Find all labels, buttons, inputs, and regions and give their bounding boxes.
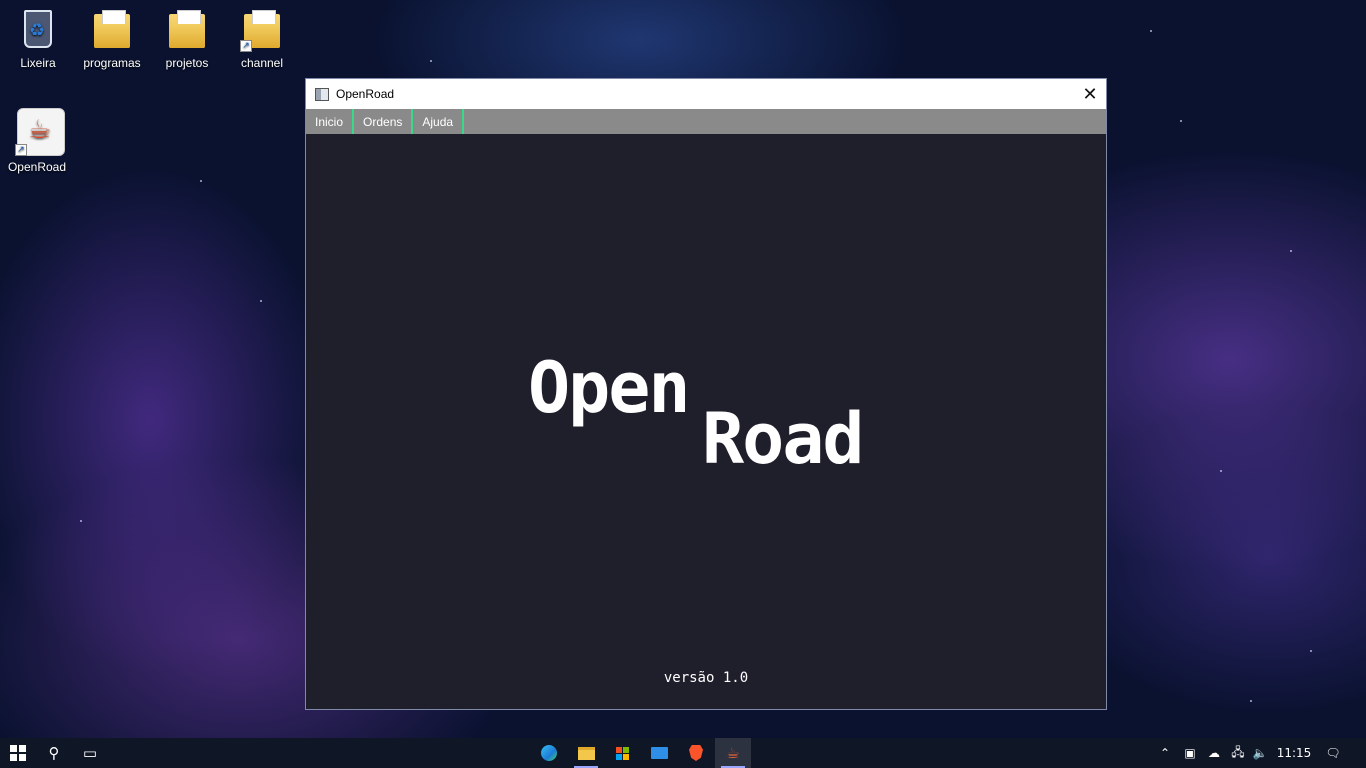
desktop-icon-openroad[interactable]: ↗ OpenRoad [1, 108, 73, 174]
tray-meet-button[interactable]: ▣ [1180, 738, 1200, 768]
taskbar-store[interactable] [604, 738, 640, 768]
shortcut-arrow-icon: ↗ [15, 144, 27, 156]
menu-item-ajuda[interactable]: Ajuda [413, 109, 465, 134]
menu-item-ordens[interactable]: Ordens [354, 109, 414, 134]
close-icon: ✕ [1082, 83, 1098, 105]
windows-start-icon [10, 745, 26, 761]
desktop-icon-projetos[interactable]: projetos [151, 8, 223, 70]
taskbar: ⚲ ▭ ☕ ⌃ ▣ ☁ 🖧 🔈 11:15 🗨 [0, 738, 1366, 768]
tray-clock[interactable]: 11:15 [1274, 738, 1314, 768]
java-icon: ☕ [726, 744, 740, 762]
desktop-icon-label: Lixeira [20, 56, 56, 70]
folder-icon [94, 10, 130, 48]
onedrive-error-icon: ☁ [1208, 746, 1220, 760]
clock-time: 11:15 [1276, 746, 1312, 760]
desktop-icon-label: projetos [165, 56, 209, 70]
menu-bar: Inicio Ordens Ajuda [306, 109, 1106, 134]
taskbar-brave[interactable] [678, 738, 714, 768]
logo-open: Open [528, 347, 691, 429]
desktop-icon-label: OpenRoad [7, 160, 67, 174]
menu-item-inicio[interactable]: Inicio [306, 109, 355, 134]
start-button[interactable] [0, 738, 36, 768]
microsoft-store-icon [615, 746, 629, 760]
folder-icon [169, 10, 205, 48]
main-content: Open Road versão 1.0 [306, 134, 1106, 709]
shortcut-arrow-icon: ↗ [240, 40, 252, 52]
notification-icon: 🗨 [1325, 746, 1341, 760]
window-titlebar[interactable]: OpenRoad ✕ [306, 79, 1106, 109]
tray-overflow-button[interactable]: ⌃ [1155, 738, 1175, 768]
search-icon: ⚲ [48, 744, 60, 762]
network-icon: 🖧 [1231, 744, 1245, 759]
file-explorer-icon [577, 746, 595, 760]
task-view-button[interactable]: ▭ [72, 738, 108, 768]
desktop-icon-programas[interactable]: programas [76, 8, 148, 70]
openroad-window: OpenRoad ✕ Inicio Ordens Ajuda Open Road… [305, 78, 1107, 710]
desktop-icon-channel[interactable]: ↗ channel [226, 8, 298, 70]
tray-onedrive-button[interactable]: ☁ [1203, 738, 1225, 768]
volume-icon: 🔈 [1252, 746, 1268, 760]
taskbar-edge[interactable] [531, 738, 567, 768]
desktop-icon-label: channel [240, 56, 284, 70]
window-app-icon [315, 87, 329, 101]
notification-center-button[interactable]: 🗨 [1318, 738, 1348, 768]
close-button[interactable]: ✕ [1074, 79, 1106, 109]
camera-icon: ▣ [1184, 746, 1196, 760]
edge-icon [541, 745, 557, 761]
taskbar-file-explorer[interactable] [568, 738, 604, 768]
brave-icon [689, 745, 703, 761]
search-button[interactable]: ⚲ [36, 738, 72, 768]
recycle-bin-icon [24, 10, 52, 48]
desktop-icon-label: programas [83, 56, 141, 70]
task-view-icon: ▭ [82, 744, 98, 762]
taskbar-mail[interactable] [641, 738, 677, 768]
taskbar-java[interactable]: ☕ [715, 738, 751, 768]
logo-road: Road [702, 398, 865, 480]
version-label: versão 1.0 [663, 670, 749, 686]
mail-icon [650, 747, 668, 759]
window-title: OpenRoad [336, 87, 395, 101]
tray-volume-button[interactable]: 🔈 [1250, 738, 1270, 768]
chevron-up-icon: ⌃ [1159, 746, 1171, 760]
tray-network-button[interactable]: 🖧 [1228, 738, 1248, 768]
desktop-icon-lixeira[interactable]: Lixeira [2, 8, 74, 70]
